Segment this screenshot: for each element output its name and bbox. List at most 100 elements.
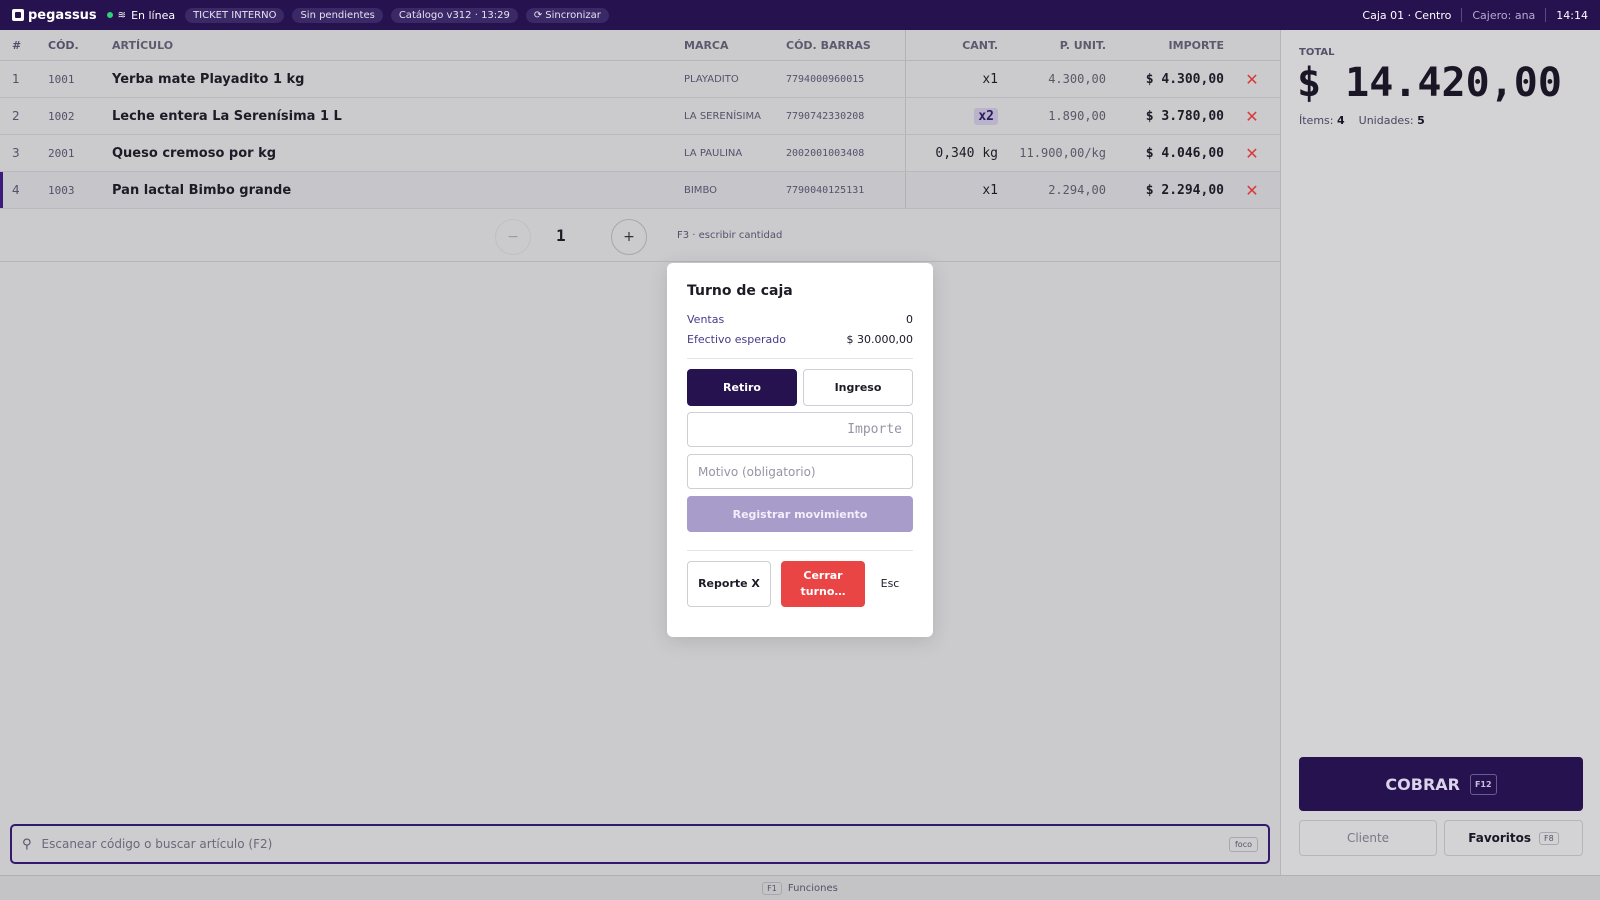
table-row[interactable]: 3 2001 Queso cremoso por kg LA PAULINA 2… bbox=[0, 135, 1280, 172]
row-cod: 1002 bbox=[48, 109, 75, 123]
catalog-badge: Catálogo v312 · 13:29 bbox=[390, 7, 518, 23]
cashier-name: ana bbox=[1514, 8, 1536, 22]
connection-status: ≋ En línea bbox=[106, 8, 176, 22]
divider bbox=[1545, 8, 1547, 22]
table-header: # CÓD. ARTÍCULO MARCA CÓD. BARRAS CANT. … bbox=[0, 30, 1280, 61]
delete-icon[interactable]: ✕ bbox=[1224, 107, 1280, 126]
cobrar-button[interactable]: COBRAR F12 bbox=[1299, 757, 1583, 811]
header-importe: IMPORTE bbox=[1168, 38, 1224, 52]
sync-label: Sincronizar bbox=[545, 9, 601, 21]
table-row[interactable]: 2 1002 Leche entera La Serenísima 1 L LA… bbox=[0, 98, 1280, 135]
wifi-icon: ≋ bbox=[117, 9, 127, 21]
quantity-chip: x2 bbox=[974, 107, 998, 125]
delete-icon[interactable]: ✕ bbox=[1224, 181, 1280, 200]
row-importe: $ 2.294,00 bbox=[1145, 182, 1224, 198]
decrease-quantity-button[interactable]: − bbox=[495, 219, 531, 255]
row-cant: x1 bbox=[982, 71, 998, 87]
sales-line: Ventas 0 bbox=[687, 313, 913, 326]
functions-key-hint: F1 bbox=[762, 881, 782, 895]
ticket-type-badge: TICKET INTERNO bbox=[185, 7, 285, 23]
reason-input[interactable] bbox=[687, 454, 913, 489]
search-input[interactable] bbox=[41, 837, 1229, 851]
ingreso-button[interactable]: Ingreso bbox=[803, 369, 913, 406]
cobrar-key-hint: F12 bbox=[1469, 773, 1497, 795]
quantity-hint: F3 · escribir cantidad bbox=[677, 230, 783, 241]
close-shift-button[interactable]: Cerrar turno… bbox=[781, 561, 865, 607]
row-articulo: Queso cremoso por kg bbox=[112, 145, 277, 161]
row-cod: 1001 bbox=[48, 72, 75, 86]
row-articulo: Yerba mate Playadito 1 kg bbox=[112, 71, 305, 87]
cliente-button[interactable]: Cliente bbox=[1299, 820, 1437, 856]
amount-input[interactable] bbox=[687, 412, 913, 447]
table-row[interactable]: 1 1001 Yerba mate Playadito 1 kg PLAYADI… bbox=[0, 61, 1280, 98]
row-num: 3 bbox=[12, 146, 20, 160]
functions-label: Funciones bbox=[787, 882, 838, 894]
row-num: 4 bbox=[12, 183, 20, 197]
units-label: Unidades: bbox=[1358, 114, 1414, 127]
escape-button[interactable]: Esc bbox=[875, 561, 905, 607]
header-cod: CÓD. bbox=[48, 38, 79, 52]
cobrar-label: COBRAR bbox=[1385, 774, 1460, 794]
brand-name: pegassus bbox=[28, 7, 97, 23]
movement-type-toggle: Retiro Ingreso bbox=[687, 369, 913, 406]
row-cant: x2 bbox=[906, 107, 998, 125]
focus-key-hint: foco bbox=[1228, 836, 1258, 852]
items-count: Ítems: 4 bbox=[1299, 114, 1345, 127]
expected-cash-value: $ 30.000,00 bbox=[846, 333, 913, 346]
header-punit: P. UNIT. bbox=[1059, 38, 1106, 52]
row-importe: $ 4.300,00 bbox=[1145, 71, 1224, 87]
status-text: En línea bbox=[131, 8, 176, 22]
cashier-label: Cajero: bbox=[1472, 8, 1512, 22]
expected-cash-label: Efectivo esperado bbox=[687, 333, 786, 346]
row-articulo: Leche entera La Serenísima 1 L bbox=[112, 108, 342, 124]
ticket-area: # CÓD. ARTÍCULO MARCA CÓD. BARRAS CANT. … bbox=[0, 30, 1280, 875]
shift-dialog: Turno de caja Ventas 0 Efectivo esperado… bbox=[667, 263, 933, 637]
session-info: Caja 01 · Centro Cajero: ana 14:14 bbox=[1362, 8, 1588, 22]
retiro-button[interactable]: Retiro bbox=[687, 369, 797, 406]
quantity-bar: − 1 + F3 · escribir cantidad bbox=[0, 212, 1280, 262]
row-barras: 7794000960015 bbox=[786, 61, 906, 97]
row-punit: 4.300,00 bbox=[1048, 72, 1106, 86]
top-bar: pegassus ≋ En línea TICKET INTERNO Sin p… bbox=[0, 0, 1600, 30]
pending-badge: Sin pendientes bbox=[292, 7, 383, 23]
row-marca: PLAYADITO bbox=[684, 73, 739, 85]
delete-icon[interactable]: ✕ bbox=[1224, 144, 1280, 163]
summary-panel: TOTAL $ 14.420,00 Ítems: 4 Unidades: 5 C… bbox=[1280, 30, 1600, 875]
divider bbox=[1461, 8, 1463, 22]
register-name: Caja 01 · Centro bbox=[1362, 8, 1452, 22]
row-punit: 11.900,00/kg bbox=[1019, 146, 1106, 160]
items-value: 4 bbox=[1336, 114, 1345, 127]
header-barras: CÓD. BARRAS bbox=[786, 30, 906, 60]
register-movement-button[interactable]: Registrar movimiento bbox=[687, 496, 913, 532]
row-barras: 2002001003408 bbox=[786, 135, 906, 171]
dialog-title: Turno de caja bbox=[687, 283, 793, 299]
row-punit: 2.294,00 bbox=[1048, 183, 1106, 197]
row-marca: LA SERENÍSIMA bbox=[684, 110, 761, 122]
footer-bar[interactable]: F1 Funciones bbox=[0, 875, 1600, 900]
divider bbox=[687, 358, 913, 359]
sync-button[interactable]: ⟳ Sincronizar bbox=[525, 7, 609, 23]
divider bbox=[687, 550, 913, 551]
increase-quantity-button[interactable]: + bbox=[611, 219, 647, 255]
report-x-button[interactable]: Reporte X bbox=[687, 561, 771, 607]
row-cant: 0,340 kg bbox=[935, 145, 998, 161]
cashier: Cajero: ana bbox=[1472, 9, 1535, 22]
sales-value: 0 bbox=[906, 313, 913, 326]
units-count: Unidades: 5 bbox=[1359, 114, 1425, 127]
dialog-actions: Reporte X Cerrar turno… Esc bbox=[687, 561, 913, 607]
row-articulo: Pan lactal Bimbo grande bbox=[112, 182, 292, 198]
row-importe: $ 4.046,00 bbox=[1145, 145, 1224, 161]
delete-icon[interactable]: ✕ bbox=[1224, 70, 1280, 89]
row-cod: 2001 bbox=[48, 146, 75, 160]
items-label: Ítems: bbox=[1299, 114, 1334, 127]
total-value: $ 14.420,00 bbox=[1297, 60, 1562, 106]
row-num: 1 bbox=[12, 72, 20, 86]
row-marca: LA PAULINA bbox=[684, 147, 743, 159]
header-marca: MARCA bbox=[684, 38, 729, 52]
online-dot-icon bbox=[106, 12, 113, 18]
favoritos-key-hint: F8 bbox=[1539, 831, 1559, 845]
table-row-selected[interactable]: 4 1003 Pan lactal Bimbo grande BIMBO 779… bbox=[0, 172, 1280, 209]
favoritos-button[interactable]: Favoritos F8 bbox=[1444, 820, 1583, 856]
clock: 14:14 bbox=[1556, 8, 1588, 22]
expected-cash-line: Efectivo esperado $ 30.000,00 bbox=[687, 333, 913, 346]
